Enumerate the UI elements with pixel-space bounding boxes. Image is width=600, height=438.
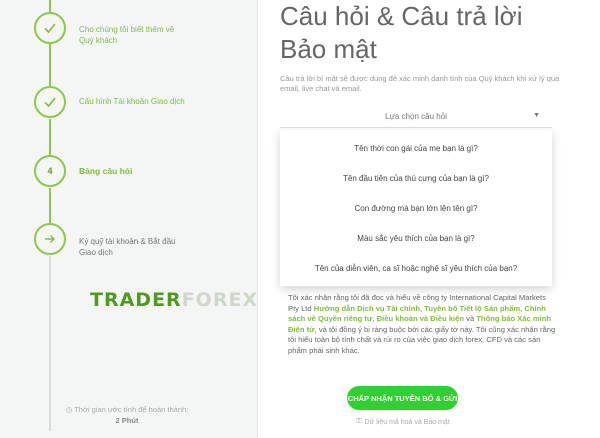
arrow-right-icon bbox=[34, 223, 66, 255]
step-3-number-badge: 4 bbox=[34, 155, 66, 187]
page-title-line-2: Bảo mật bbox=[280, 34, 377, 64]
caret-down-icon: ▼ bbox=[533, 112, 540, 119]
dropdown-option[interactable]: Con đường mà bạn lớn lên tên gì? bbox=[280, 204, 552, 213]
dropdown-option[interactable]: Màu sắc yêu thích của bạn là gì? bbox=[280, 234, 552, 243]
step-2-check-icon bbox=[34, 86, 66, 118]
progress-line bbox=[49, 44, 51, 86]
estimated-time-label: Thời gian ước tính để hoàn thành: bbox=[74, 405, 189, 414]
estimated-time: ◷ Thời gian ước tính để hoàn thành: 2 Ph… bbox=[12, 404, 242, 426]
security-question-dropdown: Tên thời con gái của mẹ bạn là gì? Tên đ… bbox=[280, 130, 552, 286]
dropdown-option[interactable]: Tên của diễn viên, ca sĩ hoặc nghệ sĩ yê… bbox=[280, 264, 552, 273]
watermark-logo: TRADERFOREX bbox=[90, 289, 258, 311]
link-product-disclosure[interactable]: Tuyên bố Tiết lộ Sản phẩm bbox=[424, 304, 520, 313]
secure-note-text: Dữ liệu mã hoá và Bảo mật bbox=[364, 418, 450, 426]
secure-note: ⚿ Dữ liệu mã hoá và Bảo mật bbox=[338, 418, 468, 426]
clock-icon: ◷ bbox=[65, 405, 73, 414]
progress-sidebar: Cho chúng tôi biết thêm về Quý khách Cấu… bbox=[0, 0, 258, 438]
lock-icon: ⚿ bbox=[356, 418, 362, 425]
watermark-part-1: TRADER bbox=[90, 289, 182, 311]
step-1-label[interactable]: Cho chúng tôi biết thêm về Quý khách bbox=[79, 24, 189, 46]
progress-line bbox=[49, 119, 51, 155]
accept-submit-button[interactable]: CHẤP NHẬN TUYÊN BỐ & GỬI bbox=[347, 386, 458, 410]
step-2-label[interactable]: Cấu hình Tài khoản Giao dịch bbox=[79, 96, 189, 107]
select-placeholder: Lựa chọn câu hỏi bbox=[385, 112, 447, 121]
agreement-and: và bbox=[466, 314, 475, 324]
progress-line bbox=[49, 188, 51, 223]
security-question-select[interactable]: Lựa chọn câu hỏi ▼ bbox=[280, 106, 552, 128]
dropdown-option[interactable]: Tên đầu tiên của thú cưng của bạn là gì? bbox=[280, 174, 552, 183]
page-description: Câu trả lời bí mật sẽ được dùng để xác m… bbox=[280, 74, 560, 93]
questionnaire-panel: Câu hỏi & Câu trả lời Bảo mật Câu trả lờ… bbox=[258, 0, 600, 438]
link-financial-services-guide[interactable]: Hướng dẫn Dịch vụ Tài chính bbox=[314, 304, 420, 313]
progress-line bbox=[49, 0, 51, 12]
page-title: Câu hỏi & Câu trả lời Bảo mật bbox=[280, 0, 580, 66]
dropdown-option[interactable]: Tên thời con gái của mẹ bạn là gì? bbox=[280, 144, 552, 153]
watermark-part-2: FOREX bbox=[181, 289, 259, 311]
step-3-label: Bảng câu hỏi bbox=[79, 166, 133, 176]
link-terms-conditions[interactable]: Điều khoản và Điều kiện bbox=[377, 314, 464, 323]
agreement-outro: , và tôi đồng ý bị ràng buộc bởi các giấ… bbox=[288, 324, 556, 355]
step-4-label: Ký quỹ tài khoản & Bắt đầu Giao dịch bbox=[79, 237, 176, 257]
estimated-time-value: 2 Phút bbox=[115, 416, 139, 425]
step-1-check-icon bbox=[34, 12, 66, 44]
page-title-line-1: Câu hỏi & Câu trả lời bbox=[280, 1, 523, 31]
agreement-text: Tôi xác nhận rằng tôi đã đọc và hiểu về … bbox=[288, 293, 556, 355]
